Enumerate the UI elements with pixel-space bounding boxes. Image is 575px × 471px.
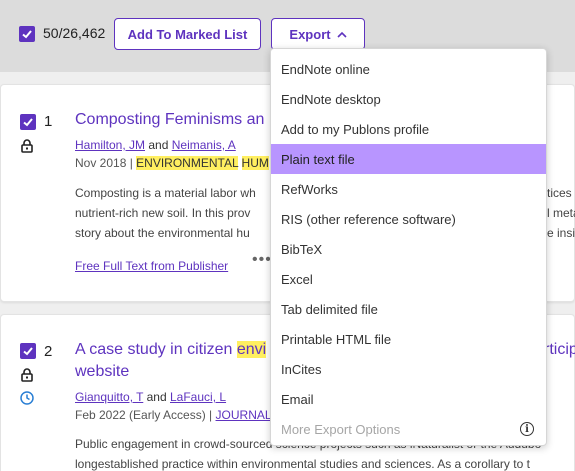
- record-checkbox[interactable]: [20, 114, 36, 130]
- menu-item-email[interactable]: Email: [271, 384, 546, 414]
- record-authors: Gianquitto, T and LaFauci, L: [75, 390, 226, 404]
- menu-item-bibtex[interactable]: BibTeX: [271, 234, 546, 264]
- title-overflow: rticip: [544, 341, 575, 358]
- abstract-line: longestablished practice within environm…: [75, 457, 530, 471]
- add-to-marked-list-button[interactable]: Add To Marked List: [114, 18, 261, 50]
- record-meta: Feb 2022 (Early Access) | JOURNAL: [75, 408, 272, 422]
- clock-icon: [20, 391, 34, 405]
- title-line-2[interactable]: website: [75, 361, 129, 383]
- full-text-link[interactable]: Free Full Text from Publisher: [75, 259, 228, 273]
- record-number: 2: [44, 343, 53, 360]
- title-text: A case study in citizen: [75, 341, 237, 358]
- abstract-overflow: tices c l meta e insi: [547, 183, 575, 243]
- author-link[interactable]: Neimanis, A: [172, 138, 236, 152]
- lock-icon: [21, 139, 33, 153]
- publication-date: Feb 2022 (Early Access) |: [75, 408, 213, 422]
- menu-item-publons[interactable]: Add to my Publons profile: [271, 114, 546, 144]
- category-tag[interactable]: HUM: [241, 156, 269, 170]
- author-link[interactable]: Hamilton, JM: [75, 138, 145, 152]
- menu-item-ris[interactable]: RIS (other reference software): [271, 204, 546, 234]
- menu-item-endnote-online[interactable]: EndNote online: [271, 54, 546, 84]
- category-tag[interactable]: ENVIRONMENTAL: [136, 156, 239, 170]
- menu-item-refworks[interactable]: RefWorks: [271, 174, 546, 204]
- title-highlight: envi: [236, 341, 267, 358]
- export-dropdown-menu: EndNote online EndNote desktop Add to my…: [270, 48, 547, 446]
- record-authors: Hamilton, JM and Neimanis, A: [75, 138, 236, 152]
- record-number: 1: [44, 113, 53, 130]
- export-button[interactable]: Export: [271, 18, 365, 50]
- record-checkbox[interactable]: [20, 343, 36, 359]
- select-all-checkbox[interactable]: [19, 26, 35, 42]
- journal-link[interactable]: JOURNAL: [216, 408, 272, 422]
- info-icon[interactable]: i: [520, 422, 534, 436]
- menu-item-tab-delimited[interactable]: Tab delimited file: [271, 294, 546, 324]
- export-button-label: Export: [289, 26, 331, 42]
- selected-count: 50/26,462: [43, 25, 106, 41]
- abstract-fragment: tices c: [547, 186, 575, 200]
- record-meta: Nov 2018 | ENVIRONMENTAL HUM: [75, 156, 269, 170]
- checkmark-icon: [23, 118, 33, 127]
- checkmark-icon: [22, 30, 32, 39]
- more-options-icon[interactable]: •••: [252, 251, 272, 269]
- author-separator: and: [146, 390, 167, 404]
- menu-item-more-export-options: More Export Options i: [271, 414, 546, 444]
- more-export-options-label: More Export Options: [281, 421, 401, 437]
- menu-item-incites[interactable]: InCites: [271, 354, 546, 384]
- record-title[interactable]: Composting Feminisms an: [75, 109, 264, 131]
- menu-item-excel[interactable]: Excel: [271, 264, 546, 294]
- menu-item-endnote-desktop[interactable]: EndNote desktop: [271, 84, 546, 114]
- author-link[interactable]: Gianquitto, T: [75, 390, 143, 404]
- publication-date: Nov 2018 |: [75, 156, 133, 170]
- checkmark-icon: [23, 347, 33, 356]
- lock-icon: [21, 368, 33, 382]
- author-separator: and: [148, 138, 169, 152]
- abstract-fragment: l meta: [547, 206, 575, 220]
- chevron-up-icon: [337, 31, 347, 38]
- author-link[interactable]: LaFauci, L: [170, 390, 226, 404]
- abstract-fragment: e insi: [547, 226, 575, 240]
- menu-item-plain-text[interactable]: Plain text file: [271, 144, 546, 174]
- menu-item-printable-html[interactable]: Printable HTML file: [271, 324, 546, 354]
